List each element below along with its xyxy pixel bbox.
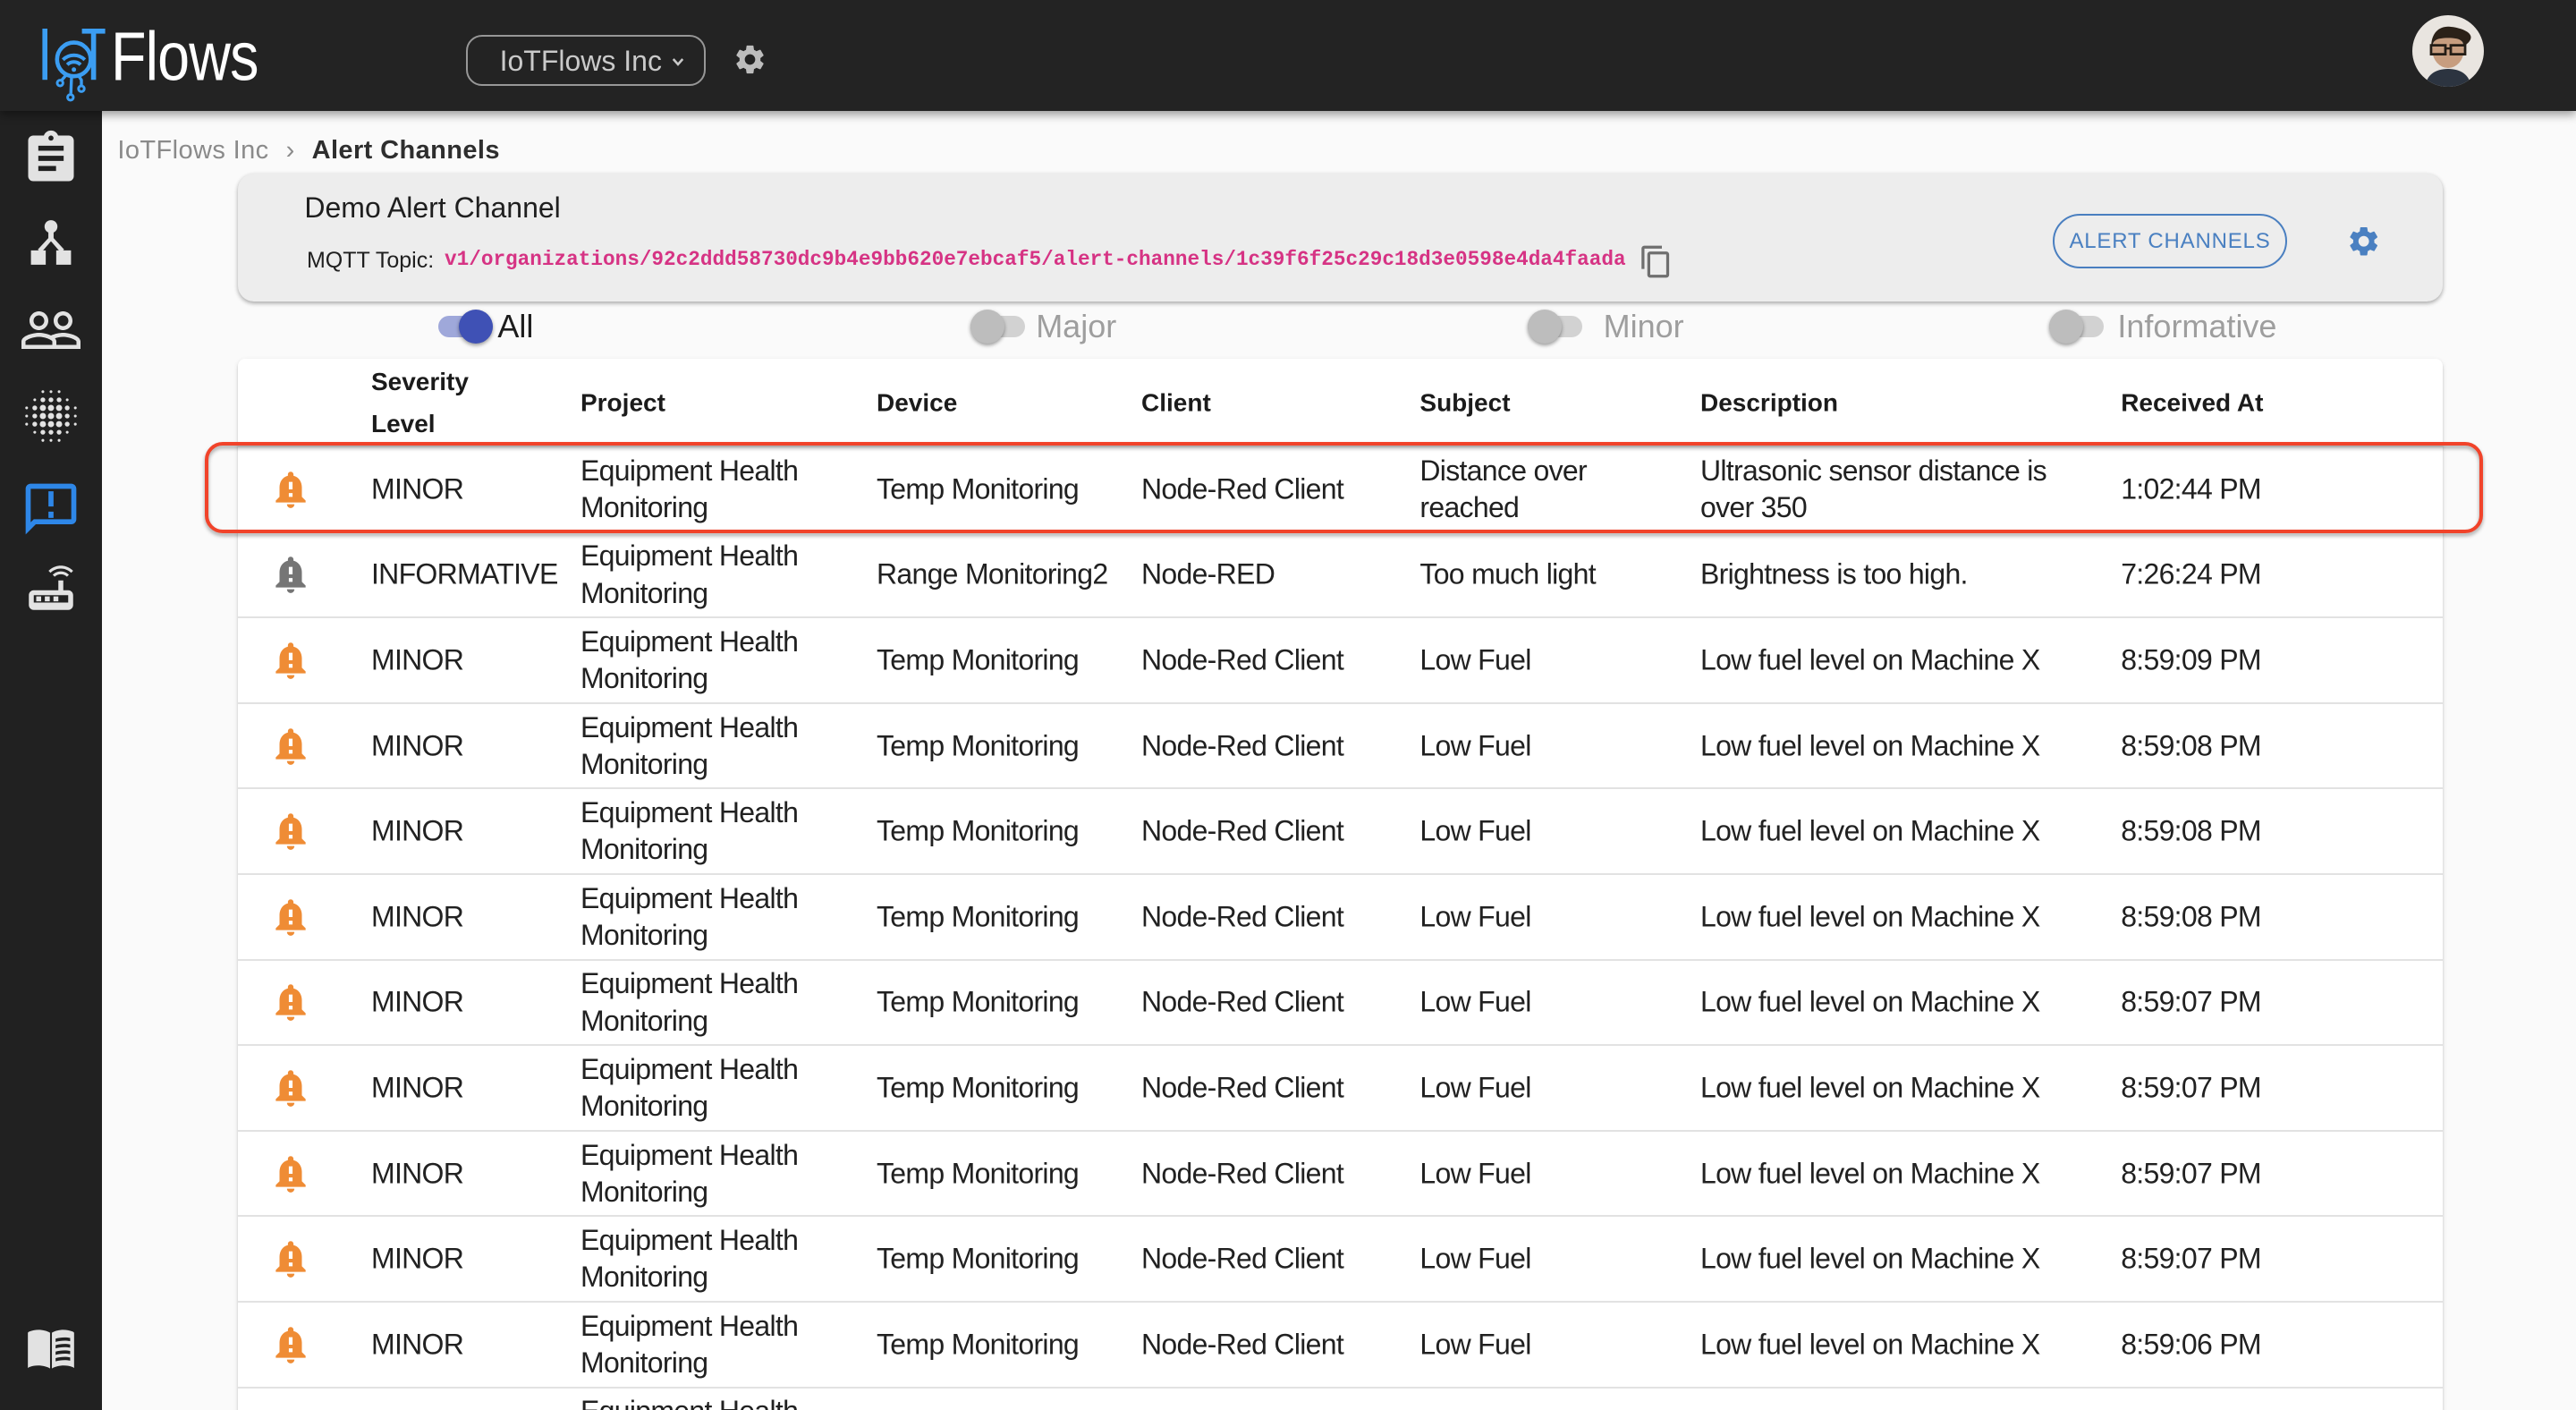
svg-text:Flows: Flows (111, 19, 258, 96)
